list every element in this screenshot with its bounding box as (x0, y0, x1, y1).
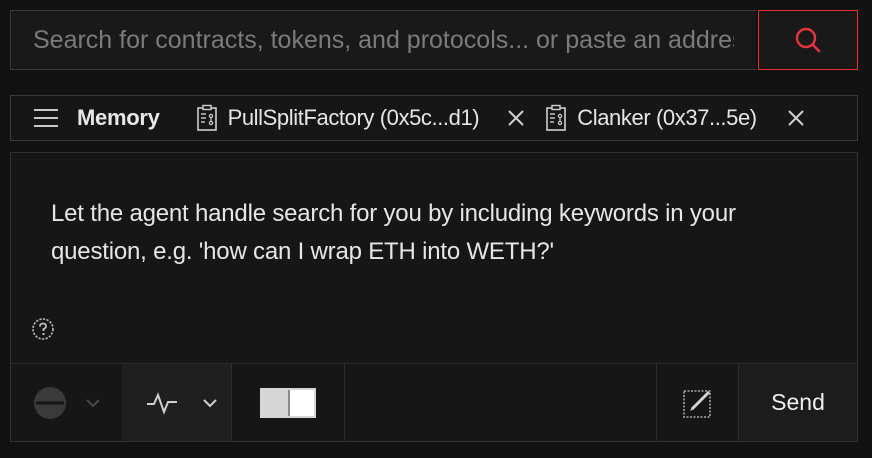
tab-bar: Memory PullSplitFactory (0x5c...d1) Clan… (10, 95, 858, 141)
search-input[interactable] (10, 10, 756, 70)
prompt-hint[interactable]: Let the agent handle search for you by i… (51, 195, 811, 271)
search-bar (10, 10, 858, 70)
search-icon (795, 27, 821, 53)
contract-icon (546, 104, 567, 131)
chat-panel: Let the agent handle search for you by i… (10, 152, 858, 442)
search-button[interactable] (758, 10, 858, 70)
memory-tab[interactable]: Memory (11, 96, 174, 140)
chat-toolbar: Send (11, 363, 857, 441)
toggle-knob (288, 389, 314, 416)
memory-label: Memory (77, 105, 160, 130)
close-icon (508, 110, 524, 126)
model-select[interactable] (11, 364, 122, 441)
toolbar-spacer (345, 364, 657, 441)
tab-label: Clanker (0x37...5e) (577, 105, 757, 130)
edit-icon (682, 389, 711, 418)
mode-toggle[interactable] (260, 387, 316, 418)
chevron-down-icon (86, 398, 100, 407)
send-button[interactable]: Send (739, 364, 857, 441)
model-avatar-icon (34, 386, 66, 419)
activity-icon (147, 391, 177, 415)
tab-pullsplitfactory[interactable]: PullSplitFactory (0x5c...d1) (196, 96, 480, 140)
tab-label: PullSplitFactory (0x5c...d1) (227, 105, 480, 130)
toggle-cell (232, 364, 345, 441)
chevron-down-icon (203, 398, 217, 407)
menu-icon (34, 109, 58, 127)
app-root: Memory PullSplitFactory (0x5c...d1) (0, 0, 872, 458)
new-chat-button[interactable] (657, 364, 739, 441)
close-icon (788, 110, 804, 126)
close-tab-clanker-button[interactable] (781, 103, 811, 133)
help-icon[interactable] (31, 317, 55, 341)
contract-icon (196, 104, 217, 131)
activity-select[interactable] (122, 364, 232, 441)
close-tab-pullsplitfactory-button[interactable] (501, 103, 531, 133)
tab-clanker[interactable]: Clanker (0x37...5e) (545, 96, 757, 140)
